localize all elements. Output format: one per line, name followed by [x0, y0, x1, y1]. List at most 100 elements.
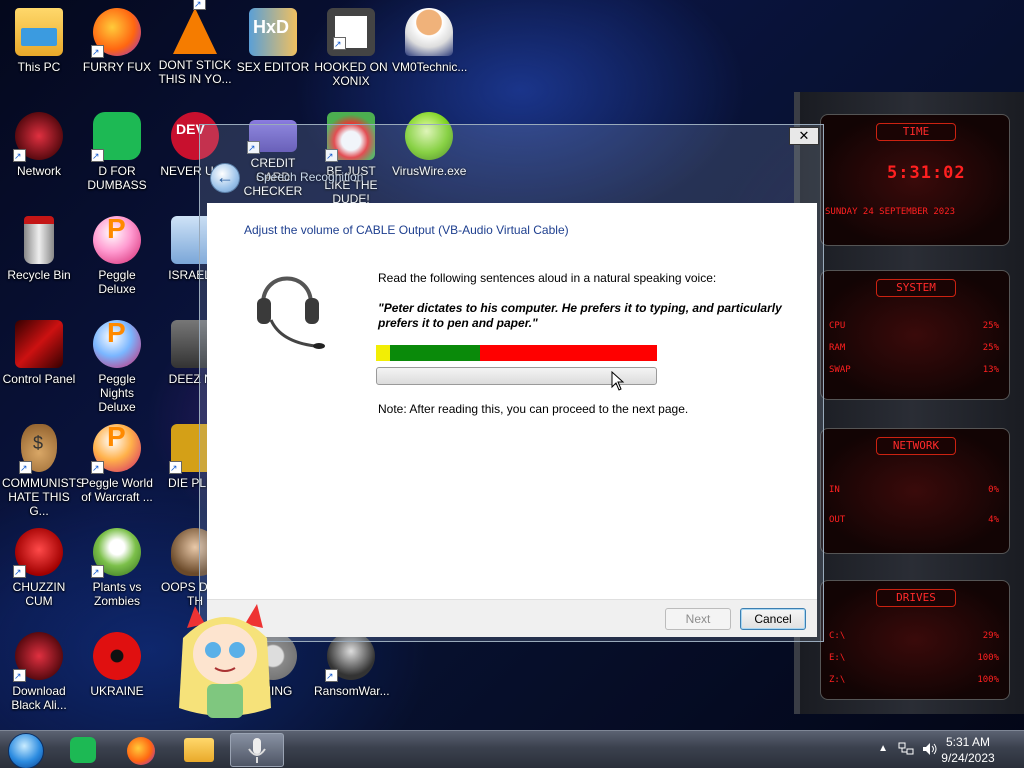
ram-label: RAM	[829, 343, 846, 353]
desktop-icon-communists[interactable]: $ COMMUNISTS HATE THIS G...	[0, 418, 84, 518]
desktop-icon-furry-fux[interactable]: FURRY FUX	[78, 2, 156, 74]
desktop-icon-recycle-bin[interactable]: Recycle Bin	[0, 210, 78, 282]
desktop-icon-ukraine[interactable]: UKRAINE	[78, 626, 156, 698]
time-panel: TIME 5:31:02 SUNDAY 24 SEPTEMBER 2023	[820, 114, 1010, 246]
cpu-value: 25%	[982, 321, 999, 331]
net-out-value: 4%	[988, 515, 999, 525]
icon-label: Recycle Bin	[7, 268, 71, 282]
network-icon[interactable]	[898, 742, 914, 756]
widget-date: SUNDAY 24 SEPTEMBER 2023	[825, 207, 956, 217]
icon-label: HOOKED ON XONIX	[314, 60, 388, 88]
dialog-body: Adjust the volume of CABLE Output (VB-Au…	[207, 203, 817, 599]
taskbar: ▲ 5:31 AM 9/24/2023	[0, 730, 1024, 768]
back-button[interactable]: ←	[210, 163, 240, 193]
radiation-icon	[93, 632, 141, 680]
volume-meter-mid	[390, 345, 480, 361]
desktop-icon-sex-editor[interactable]: HxD SEX EDITOR	[234, 2, 312, 74]
icon-label: Peggle Deluxe	[98, 268, 136, 296]
taskbar-spotify-button[interactable]	[56, 733, 110, 767]
peggle-wow-icon: P	[91, 423, 141, 475]
network-icon	[13, 112, 63, 163]
drives-panel: DRIVES C:\ 29% E:\ 100% Z:\ 100%	[820, 580, 1010, 700]
money-bag-icon: $	[19, 424, 57, 475]
folder-icon	[15, 8, 63, 56]
plant-icon	[91, 528, 141, 579]
cancel-button[interactable]: Cancel	[740, 608, 806, 630]
control-panel-icon	[15, 320, 63, 368]
speech-recognition-dialog: ✕ ← Speech Recognition Adjust the volume…	[199, 124, 824, 642]
folder-icon	[184, 738, 214, 762]
icon-label: Peggle Nights Deluxe	[98, 372, 136, 414]
desktop-icon-chuzzin[interactable]: CHUZZIN CUM	[0, 522, 78, 608]
desktop-icon-hooked-on-xonix[interactable]: HOOKED ON XONIX	[312, 2, 390, 88]
network-panel-title: NETWORK	[876, 437, 956, 455]
desktop-icon-plants-vs-zombies[interactable]: Plants vs Zombies	[78, 522, 156, 608]
desktop-icon-dont-stick[interactable]: DONT STICK THIS IN YO...	[156, 0, 234, 86]
net-in-label: IN	[829, 485, 840, 495]
system-panel-title: SYSTEM	[876, 279, 956, 297]
icon-label: COMMUNISTS HATE THIS G...	[2, 476, 84, 518]
desktop-icon-vm0technic[interactable]: VM0Technic...	[390, 2, 468, 74]
volume-meter	[376, 345, 657, 361]
spotify-icon	[70, 737, 96, 763]
desktop-icon-peggle-deluxe[interactable]: P Peggle Deluxe	[78, 210, 156, 296]
taskbar-explorer-button[interactable]	[172, 733, 226, 767]
icon-label: Control Panel	[2, 372, 76, 386]
network-panel: NETWORK IN 0% OUT 4%	[820, 428, 1010, 554]
spotify-icon	[91, 112, 141, 163]
close-button[interactable]: ✕	[789, 127, 819, 145]
icon-label: Plants vs Zombies	[92, 580, 142, 608]
mouse-cursor-icon	[611, 371, 625, 391]
hxd-icon: HxD	[249, 8, 297, 56]
taskbar-firefox-button[interactable]	[114, 733, 168, 767]
instruction-text: Read the following sentences aloud in a …	[378, 271, 717, 285]
volume-meter-high	[480, 345, 657, 361]
star-butterfly-sticker	[179, 604, 271, 718]
xonix-icon	[327, 8, 375, 56]
net-out-label: OUT	[829, 515, 846, 525]
drive-e-label: E:\	[829, 653, 846, 663]
note-text: Note: After reading this, you can procee…	[378, 402, 689, 416]
volume-meter-low	[376, 345, 390, 361]
vlc-icon	[173, 0, 217, 54]
recycle-bin-icon	[24, 216, 54, 264]
dialog-titlebar: ✕ ← Speech Recognition	[200, 125, 823, 203]
alien-icon	[13, 632, 63, 683]
icon-label: RansomWar...	[314, 684, 390, 698]
desktop-icon-peggle-nights[interactable]: P Peggle Nights Deluxe	[78, 314, 156, 414]
icon-label: CHUZZIN CUM	[12, 580, 66, 608]
start-button[interactable]	[8, 733, 44, 768]
widget-time: 5:31:02	[887, 163, 966, 183]
desktop-icon-peggle-wow[interactable]: P Peggle World of Warcraft ...	[78, 418, 156, 505]
icon-label: UKRAINE	[90, 684, 144, 698]
taskbar-speech-recognition-button[interactable]	[230, 733, 284, 767]
icon-label: Download Black Ali...	[11, 684, 67, 712]
icon-label: DONT STICK THIS IN YO...	[158, 58, 232, 86]
firefox-icon	[127, 737, 155, 765]
swap-value: 13%	[982, 365, 999, 375]
peggle-nights-icon: P	[93, 319, 141, 368]
dialog-window-title: Speech Recognition	[256, 170, 364, 184]
desktop-icon-this-pc[interactable]: This PC	[0, 2, 78, 74]
drive-z-value: 100%	[977, 675, 999, 685]
swap-label: SWAP	[829, 365, 851, 375]
next-button[interactable]: Next	[665, 608, 731, 630]
system-monitor-widget: TIME 5:31:02 SUNDAY 24 SEPTEMBER 2023 SY…	[794, 92, 1024, 714]
show-hidden-icons-icon[interactable]: ▲	[878, 743, 888, 754]
icon-label: SEX EDITOR	[236, 60, 310, 74]
desktop-icon-download-black-ali[interactable]: Download Black Ali...	[0, 626, 78, 712]
doctor-icon	[405, 8, 453, 56]
clock-date: 9/24/2023	[941, 751, 995, 765]
drive-c-label: C:\	[829, 631, 846, 641]
sentence-to-read: "Peter dictates to his computer. He pref…	[378, 301, 782, 330]
ram-value: 25%	[982, 343, 999, 353]
drive-c-value: 29%	[982, 631, 999, 641]
desktop-icon-network[interactable]: Network	[0, 106, 78, 178]
icon-label: FURRY FUX	[82, 60, 152, 74]
taskbar-clock[interactable]: 5:31 AM 9/24/2023	[928, 734, 1008, 766]
desktop-icon-control-panel[interactable]: Control Panel	[0, 314, 78, 386]
icon-label: Network	[16, 164, 61, 178]
net-in-value: 0%	[988, 485, 999, 495]
icon-label: VM0Technic...	[392, 60, 468, 74]
desktop-icon-d-for-dumbass[interactable]: D FOR DUMBASS	[78, 106, 156, 192]
